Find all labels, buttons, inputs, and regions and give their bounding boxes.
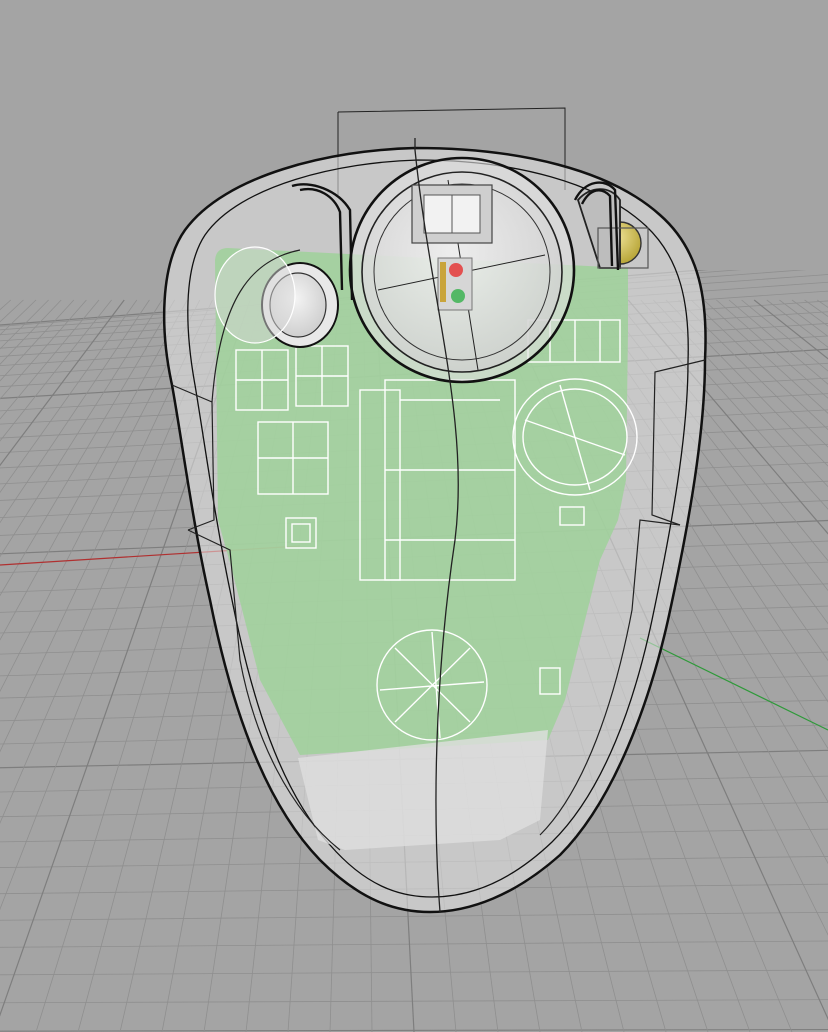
- grid-line: [0, 299, 12, 311]
- grid-line: [0, 299, 62, 365]
- grid-line: [779, 299, 828, 337]
- grid-line: [0, 940, 828, 948]
- grid-line: [728, 299, 828, 385]
- grid-line: [0, 969, 828, 976]
- grid-line: [690, 299, 828, 431]
- status-led: [437, 257, 473, 311]
- grid-line: [0, 299, 75, 382]
- grid-line: [0, 911, 828, 921]
- grid-line: [753, 299, 828, 360]
- grid-line: [0, 299, 188, 641]
- grid-line: [0, 999, 828, 1004]
- grid-line: [766, 299, 828, 348]
- grid-line: [0, 299, 201, 693]
- grid-line: [0, 299, 175, 597]
- 3d-viewport[interactable]: [0, 0, 828, 1032]
- grid-line: [716, 299, 828, 399]
- y-axis-line: [639, 637, 828, 731]
